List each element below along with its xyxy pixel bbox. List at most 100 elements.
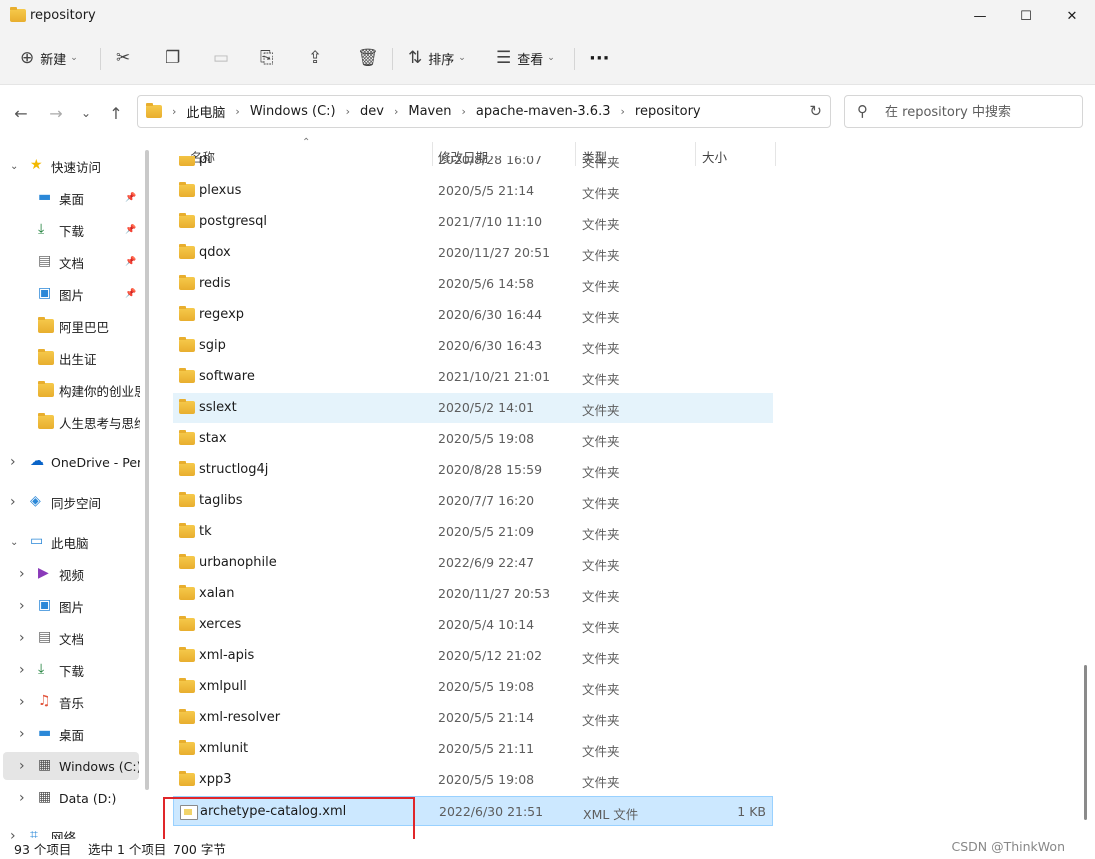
more-button[interactable]: ··· <box>589 44 610 72</box>
breadcrumb-apache-maven[interactable]: apache-maven-3.6.3 <box>476 104 611 119</box>
close-button[interactable]: ✕ <box>1049 0 1095 32</box>
sidebar-item[interactable]: › ♫ 音乐 <box>0 688 140 716</box>
forward-button[interactable]: → <box>46 103 66 123</box>
sidebar-item[interactable]: › ⌗ 网络 <box>0 822 140 839</box>
file-row[interactable]: xpp3 2020/5/5 19:08 文件夹 <box>173 765 773 795</box>
file-type: 文件夹 <box>582 310 620 325</box>
file-row[interactable]: postgresql 2021/7/10 11:10 文件夹 <box>173 207 773 237</box>
file-row[interactable]: pl 2020/8/28 16:07 文件夹 <box>173 156 773 175</box>
sidebar-item[interactable]: 人生思考与思维 <box>0 408 140 436</box>
cut-button[interactable]: ✂ <box>116 44 130 72</box>
chevron-right-icon[interactable]: › <box>19 758 25 774</box>
share-button[interactable]: ⇪ <box>308 44 322 72</box>
file-row[interactable]: sgip 2020/6/30 16:43 文件夹 <box>173 331 773 361</box>
chevron-right-icon[interactable]: › <box>19 662 25 678</box>
sidebar-item[interactable]: ▤ 文档 📌 <box>0 248 140 276</box>
file-name: xmlpull <box>199 679 247 694</box>
breadcrumb-this-pc[interactable]: 此电脑 <box>186 102 225 121</box>
folder-icon <box>179 368 195 383</box>
chevron-down-icon[interactable]: ⌄ <box>10 161 18 172</box>
view-label: 查看 <box>517 52 544 68</box>
file-type: 文件夹 <box>582 682 620 697</box>
sidebar-item[interactable]: › ▦ Data (D:) <box>0 784 140 812</box>
breadcrumb-windows-c[interactable]: Windows (C:) <box>250 104 336 119</box>
file-row[interactable]: software 2021/10/21 21:01 文件夹 <box>173 362 773 392</box>
file-type: 文件夹 <box>582 156 620 170</box>
pin-icon: 📌 <box>125 257 137 267</box>
file-row[interactable]: qdox 2020/11/27 20:51 文件夹 <box>173 238 773 268</box>
sidebar-item[interactable]: 阿里巴巴 <box>0 312 140 340</box>
back-button[interactable]: ← <box>11 103 31 123</box>
chevron-right-icon[interactable]: › <box>19 630 25 646</box>
refresh-button[interactable]: ↻ <box>809 102 822 120</box>
sidebar-item-label: Windows (C:) <box>59 758 139 774</box>
up-button[interactable]: ↑ <box>106 103 126 123</box>
minimize-button[interactable]: — <box>957 0 1003 32</box>
sidebar-item[interactable]: › ▬ 桌面 <box>0 720 140 748</box>
chevron-right-icon[interactable]: › <box>10 494 16 510</box>
file-row[interactable]: urbanophile 2022/6/9 22:47 文件夹 <box>173 548 773 578</box>
chevron-right-icon[interactable]: › <box>10 454 16 470</box>
file-modified-date: 2022/6/9 22:47 <box>438 555 535 570</box>
recent-locations-button[interactable]: ⌄ <box>76 103 96 123</box>
file-type: 文件夹 <box>582 589 620 604</box>
sidebar-item[interactable]: › ◈ 同步空间 <box>0 488 140 516</box>
sidebar-item[interactable]: › ▶ 视频 <box>0 560 140 588</box>
breadcrumb-repository[interactable]: repository <box>635 104 701 119</box>
sidebar-item[interactable]: › ⤓ 下载 <box>0 656 140 684</box>
chevron-right-icon[interactable]: › <box>19 598 25 614</box>
breadcrumb-dev[interactable]: dev <box>360 104 384 119</box>
file-row[interactable]: regexp 2020/6/30 16:44 文件夹 <box>173 300 773 330</box>
file-modified-date: 2020/5/5 19:08 <box>438 772 535 787</box>
file-row[interactable]: xmlunit 2020/5/5 21:11 文件夹 <box>173 734 773 764</box>
rename-button[interactable]: ⎘ <box>260 44 274 72</box>
file-row[interactable]: taglibs 2020/7/7 16:20 文件夹 <box>173 486 773 516</box>
sidebar-item[interactable]: ▬ 桌面 📌 <box>0 184 140 212</box>
file-row[interactable]: xmlpull 2020/5/5 19:08 文件夹 <box>173 672 773 702</box>
file-modified-date: 2020/5/4 10:14 <box>438 617 535 632</box>
sort-button[interactable]: ⇅ 排序 ⌄ <box>408 44 466 72</box>
search-box[interactable]: ⚲ <box>844 95 1083 128</box>
delete-button[interactable]: 🗑 <box>357 44 379 72</box>
sidebar-item[interactable]: ⌄ ★ 快速访问 <box>0 152 140 180</box>
new-button[interactable]: ⊕ 新建 ⌄ <box>20 44 78 72</box>
folder-icon <box>179 156 195 166</box>
file-row[interactable]: plexus 2020/5/5 21:14 文件夹 <box>173 176 773 206</box>
sync-icon: ◈ <box>30 493 41 509</box>
sidebar-item[interactable]: › ▣ 图片 <box>0 592 140 620</box>
sidebar-scrollbar[interactable] <box>145 150 149 790</box>
copy-button[interactable]: ❐ <box>165 44 180 72</box>
sidebar-item[interactable]: ⌄ ▭ 此电脑 <box>0 528 140 556</box>
breadcrumb-maven[interactable]: Maven <box>408 104 451 119</box>
chevron-right-icon[interactable]: › <box>10 828 16 839</box>
chevron-right-icon[interactable]: › <box>19 566 25 582</box>
maximize-button[interactable]: ☐ <box>1003 0 1049 32</box>
file-row[interactable]: xml-resolver 2020/5/5 21:14 文件夹 <box>173 703 773 733</box>
chevron-right-icon[interactable]: › <box>19 694 25 710</box>
file-row[interactable]: xalan 2020/11/27 20:53 文件夹 <box>173 579 773 609</box>
file-row[interactable]: stax 2020/5/5 19:08 文件夹 <box>173 424 773 454</box>
sidebar-item[interactable]: 构建你的创业思 <box>0 376 140 404</box>
file-list-scrollbar[interactable] <box>1084 665 1087 820</box>
sidebar-item[interactable]: › ▦ Windows (C:) <box>3 752 139 780</box>
file-row[interactable]: xml-apis 2020/5/12 21:02 文件夹 <box>173 641 773 671</box>
cloud-icon: ☁ <box>30 453 44 469</box>
file-row[interactable]: tk 2020/5/5 21:09 文件夹 <box>173 517 773 547</box>
search-input[interactable] <box>883 101 1077 123</box>
file-row[interactable]: sslext 2020/5/2 14:01 文件夹 <box>173 393 773 423</box>
chevron-right-icon[interactable]: › <box>19 726 25 742</box>
sidebar-item[interactable]: ⤓ 下载 📌 <box>0 216 140 244</box>
file-row[interactable]: redis 2020/5/6 14:58 文件夹 <box>173 269 773 299</box>
file-row[interactable]: structlog4j 2020/8/28 15:59 文件夹 <box>173 455 773 485</box>
sidebar-item[interactable]: ▣ 图片 📌 <box>0 280 140 308</box>
view-button[interactable]: ☰ 查看 ⌄ <box>496 44 555 72</box>
chevron-down-icon[interactable]: ⌄ <box>10 537 18 548</box>
sidebar-item[interactable]: › ☁ OneDrive - Pers <box>0 448 140 476</box>
sidebar-item[interactable]: 出生证 <box>0 344 140 372</box>
chevron-right-icon[interactable]: › <box>19 790 25 806</box>
sidebar-item[interactable]: › ▤ 文档 <box>0 624 140 652</box>
file-modified-date: 2021/7/10 11:10 <box>438 214 543 229</box>
address-bar[interactable]: › 此电脑 › Windows (C:) › dev › Maven › apa… <box>137 95 831 128</box>
paste-button[interactable]: ▭ <box>213 44 229 72</box>
file-row[interactable]: xerces 2020/5/4 10:14 文件夹 <box>173 610 773 640</box>
